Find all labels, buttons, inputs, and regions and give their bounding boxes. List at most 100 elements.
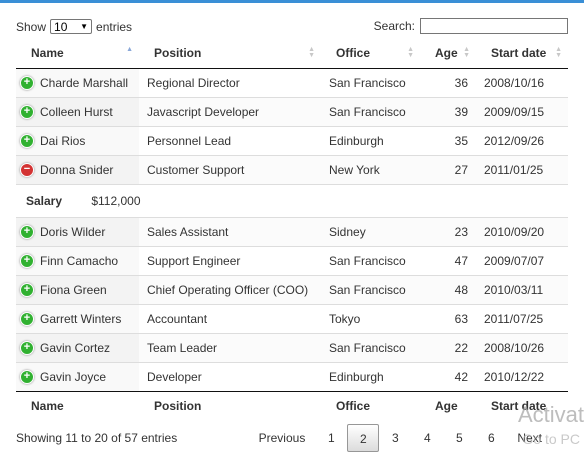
chevron-down-icon: ▼: [80, 22, 89, 31]
cell-position: Customer Support: [139, 154, 321, 184]
cell-office: New York: [321, 154, 420, 184]
table-row[interactable]: − Donna Snider Customer Support New York …: [16, 154, 568, 184]
plus-circle-icon[interactable]: +: [20, 104, 34, 119]
header-row: Name ▲▼ Position ▲▼ Office ▲▼ Age ▲▼ Sta…: [16, 38, 568, 69]
page-button-3[interactable]: 3: [379, 424, 411, 452]
cell-name: + Colleen Hurst: [16, 96, 139, 126]
top-accent-bar: [0, 0, 584, 3]
table-row[interactable]: + Colleen Hurst Javascript Developer San …: [16, 96, 568, 126]
table-row[interactable]: + Dai Rios Personnel Lead Edinburgh 35 20…: [16, 125, 568, 155]
page-button-4[interactable]: 4: [411, 424, 443, 452]
sort-arrows-icon: ▲▼: [308, 46, 315, 59]
previous-page-button[interactable]: Previous: [249, 424, 316, 452]
cell-age: 36: [454, 75, 468, 90]
table-row[interactable]: + Fiona Green Chief Operating Officer (CO…: [16, 274, 568, 304]
table-row[interactable]: + Doris Wilder Sales Assistant Sidney 23 …: [16, 216, 568, 246]
column-header-name[interactable]: Name ▲▼: [16, 38, 139, 69]
cell-age: 22: [420, 332, 476, 362]
cell-name: + Finn Camacho: [16, 245, 139, 275]
cell-age: 23: [420, 216, 476, 246]
cell-start-date: 2010/12/22: [476, 361, 568, 391]
footer-header-position: Position: [139, 390, 321, 421]
column-header-age[interactable]: Age ▲ ▼: [420, 38, 476, 69]
cell-start-date: 2009/07/07: [476, 245, 568, 275]
plus-circle-icon[interactable]: +: [20, 253, 34, 268]
table-row[interactable]: + Gavin Cortez Team Leader San Francisco …: [16, 332, 568, 362]
page-button-5[interactable]: 5: [443, 424, 475, 452]
footer-header-age: Age: [420, 390, 476, 421]
plus-circle-icon[interactable]: +: [20, 75, 34, 90]
column-header-start-date[interactable]: Start date ▲ ▼: [476, 38, 568, 69]
column-header-position[interactable]: Position ▲ ▼: [139, 38, 321, 69]
cell-age: 35: [420, 125, 476, 155]
sort-arrows-icon: ▲▼: [407, 46, 414, 59]
cell-office: Edinburgh: [321, 361, 420, 391]
cell-name: + Gavin Joyce: [16, 361, 139, 391]
plus-circle-icon[interactable]: +: [20, 340, 34, 355]
plus-circle-icon[interactable]: +: [20, 133, 34, 148]
cell-position: Sales Assistant: [139, 216, 321, 246]
table-row[interactable]: + Finn Camacho Support Engineer San Franc…: [16, 245, 568, 275]
cell-start-date: 2011/01/25: [476, 154, 568, 184]
cell-office: San Francisco: [321, 245, 420, 275]
page-button-6[interactable]: 6: [475, 424, 507, 452]
cell-age: 27: [420, 154, 476, 184]
salary-label: Salary: [26, 193, 63, 208]
pagination: Previous 1 2 3 4 5 6 Next: [249, 424, 552, 452]
cell-start-date: 2008/10/16: [484, 75, 545, 90]
footer-header-start-date: Start date: [476, 390, 568, 421]
sort-arrows-icon: ▲▼: [126, 46, 133, 53]
plus-circle-icon[interactable]: +: [20, 224, 34, 239]
plus-circle-icon[interactable]: +: [20, 369, 34, 384]
page-button-2[interactable]: 2: [347, 424, 380, 452]
cell-name: − Donna Snider: [16, 154, 139, 184]
table-row[interactable]: + Gavin Joyce Developer Edinburgh 42 2010…: [16, 361, 568, 391]
cell-name: + Gavin Cortez: [16, 332, 139, 362]
cell-position: Chief Operating Officer (COO): [139, 274, 321, 304]
cell-age: 63: [420, 303, 476, 333]
cell-age: 42: [420, 361, 476, 391]
table-row[interactable]: + Charde Marshall Regional Director San F…: [16, 68, 568, 97]
cell-start-date: 2010/03/11: [476, 274, 568, 304]
cell-position: Accountant: [139, 303, 321, 333]
search-label: Search:: [373, 19, 415, 33]
cell-office: San Francisco: [321, 96, 420, 126]
show-label: Show: [16, 19, 47, 34]
search-input[interactable]: [420, 18, 568, 34]
cell-office: Sidney: [321, 216, 420, 246]
cell-age: 47: [420, 245, 476, 275]
cell-office: San Francisco: [329, 75, 406, 90]
child-row-details: Salary $112,000: [16, 183, 568, 217]
cell-office: Edinburgh: [321, 125, 420, 155]
cell-position: Javascript Developer: [139, 96, 321, 126]
cell-start-date: 2009/09/15: [476, 96, 568, 126]
plus-circle-icon[interactable]: +: [20, 282, 34, 297]
minus-circle-icon[interactable]: −: [20, 162, 34, 177]
cell-position: Personnel Lead: [139, 125, 321, 155]
footer-row: Name Position Office Age Start date: [16, 390, 568, 421]
child-row-cell: Salary $112,000: [16, 183, 568, 217]
cell-name: + Dai Rios: [16, 125, 139, 155]
search-control: Search:: [374, 18, 568, 34]
page-length-value: 10: [54, 19, 68, 34]
cell-name: + Doris Wilder: [16, 216, 139, 246]
page-length-control: Show 10 ▼ entries: [16, 19, 132, 34]
cell-office: Tokyo: [321, 303, 420, 333]
cell-start-date: 2008/10/26: [476, 332, 568, 362]
page-button-1[interactable]: 1: [315, 424, 347, 452]
cell-start-date: 2010/09/20: [476, 216, 568, 246]
cell-position: Team Leader: [139, 332, 321, 362]
next-page-button[interactable]: Next: [507, 424, 552, 452]
cell-office: San Francisco: [321, 274, 420, 304]
table-row[interactable]: + Garrett Winters Accountant Tokyo 63 201…: [16, 303, 568, 333]
cell-age: 48: [420, 274, 476, 304]
cell-name: + Charde Marshall: [16, 68, 139, 97]
column-header-office[interactable]: Office ▲ ▼: [321, 38, 420, 69]
plus-circle-icon[interactable]: +: [20, 311, 34, 326]
cell-position: Support Engineer: [139, 245, 321, 275]
cell-position: Regional Director: [147, 75, 240, 90]
page-length-select[interactable]: 10 ▼: [50, 19, 93, 34]
table-controls: Show 10 ▼ entries Search:: [16, 18, 568, 36]
cell-age: 39: [420, 96, 476, 126]
sort-arrows-icon: ▲▼: [555, 46, 562, 59]
